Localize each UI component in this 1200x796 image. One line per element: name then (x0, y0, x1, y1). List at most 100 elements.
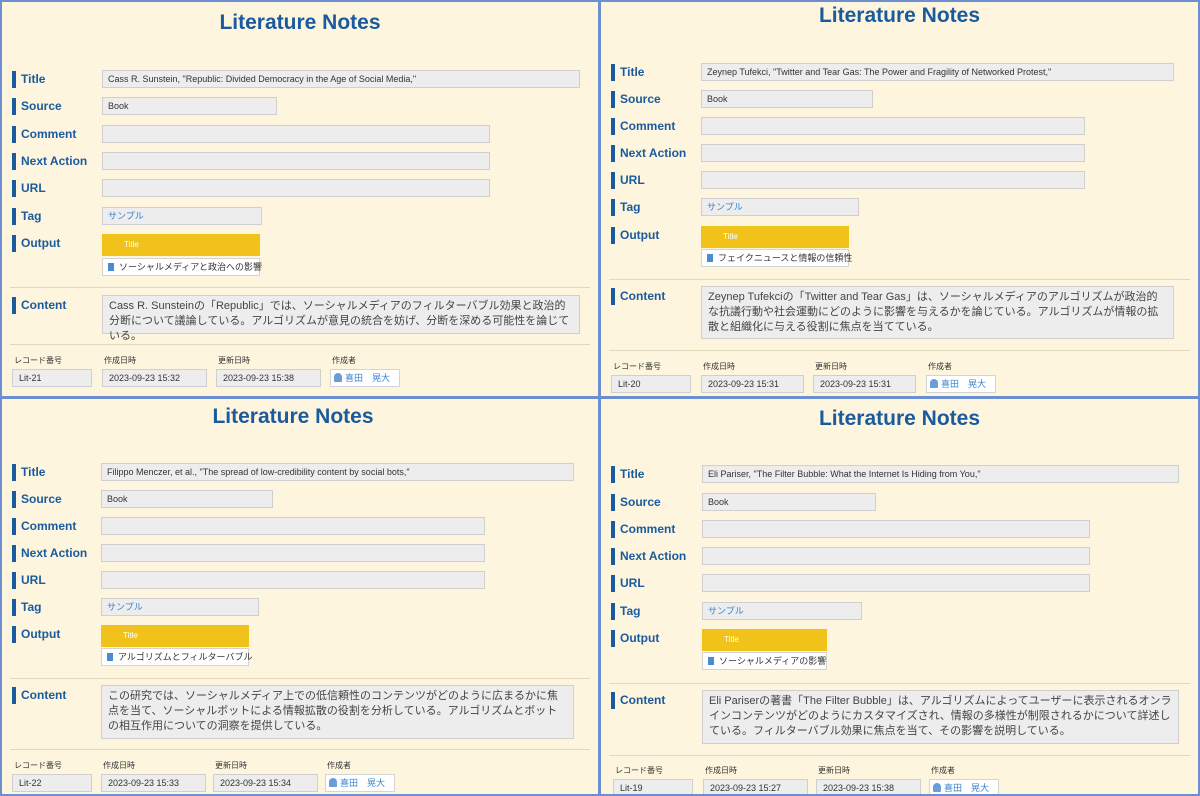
document-icon (708, 657, 714, 665)
author-link[interactable]: 喜田 晃大 (325, 774, 395, 792)
comment-field[interactable] (102, 125, 490, 143)
output-link[interactable]: ソーシャルメディアと政治への影響 (102, 258, 262, 276)
field-label-url: URL (611, 172, 645, 189)
content-field[interactable]: Eli Pariserの著書「The Filter Bubble」は、アルゴリズ… (702, 690, 1179, 744)
field-tag: Tag サンプル (2, 598, 598, 618)
source-field[interactable]: Book (102, 97, 277, 115)
field-label-source: Source (12, 491, 62, 508)
field-label-source: Source (12, 98, 62, 115)
title-field[interactable]: Zeynep Tufekci, "Twitter and Tear Gas: T… (701, 63, 1174, 81)
url-field[interactable] (701, 171, 1085, 189)
record-panel-lit-22: Literature Notes Title Filippo Menczer, … (0, 397, 600, 796)
field-source: Source Book (601, 90, 1198, 110)
tag-field[interactable]: サンプル (702, 602, 862, 620)
source-field[interactable]: Book (101, 490, 273, 508)
next-action-field[interactable] (701, 144, 1085, 162)
record-number-value: Lit-19 (613, 779, 693, 794)
content-field[interactable]: この研究では、ソーシャルメディア上での低信頼性のコンテンツがどのように広まるかに… (101, 685, 574, 739)
field-label-next-action: Next Action (611, 548, 686, 565)
author-link[interactable]: 喜田 晃大 (926, 375, 996, 393)
field-label-content: Content (611, 692, 665, 709)
comment-field[interactable] (701, 117, 1085, 135)
field-output: Output (601, 226, 1198, 246)
created-label: 作成日時 (103, 761, 135, 770)
next-action-field[interactable] (101, 544, 485, 562)
page-title: Literature Notes (818, 4, 981, 27)
author-link[interactable]: 喜田 晃大 (929, 779, 999, 794)
author-label: 作成者 (332, 356, 356, 365)
source-field[interactable]: Book (701, 90, 873, 108)
field-title: Title Zeynep Tufekci, "Twitter and Tear … (601, 63, 1198, 83)
field-label-tag: Tag (611, 603, 640, 620)
field-label-content: Content (12, 687, 66, 704)
updated-value: 2023-09-23 15:31 (813, 375, 916, 393)
url-field[interactable] (101, 571, 485, 589)
created-value: 2023-09-23 15:31 (701, 375, 804, 393)
field-label-url: URL (12, 180, 46, 197)
field-comment: Comment (601, 117, 1198, 137)
url-field[interactable] (702, 574, 1090, 592)
next-action-field[interactable] (702, 547, 1090, 565)
output-link[interactable]: ソーシャルメディアの影響 (702, 652, 827, 670)
record-number-label: レコード番号 (14, 356, 62, 365)
tag-field[interactable]: サンプル (701, 198, 859, 216)
document-icon (108, 263, 114, 271)
created-value: 2023-09-23 15:33 (101, 774, 206, 792)
divider (609, 350, 1190, 351)
url-field[interactable] (102, 179, 490, 197)
document-icon (707, 254, 713, 262)
field-label-output: Output (12, 235, 60, 252)
output-table-header: Title (702, 629, 827, 651)
field-label-source: Source (611, 494, 661, 511)
field-source: Source Book (2, 490, 598, 510)
field-label-tag: Tag (12, 208, 41, 225)
title-field[interactable]: Cass R. Sunstein, "Republic: Divided Dem… (102, 70, 580, 88)
next-action-field[interactable] (102, 152, 490, 170)
record-panel-lit-19: Literature Notes Title Eli Pariser, "The… (599, 397, 1200, 796)
divider (609, 755, 1190, 756)
output-table-header: Title (102, 234, 260, 256)
record-number-label: レコード番号 (615, 766, 663, 775)
divider (609, 279, 1190, 280)
field-comment: Comment (601, 520, 1198, 540)
source-field[interactable]: Book (702, 493, 876, 511)
output-link-label: フェイクニュースと情報の信頼性 (718, 253, 853, 263)
field-label-title: Title (611, 466, 644, 483)
output-link[interactable]: フェイクニュースと情報の信頼性 (701, 249, 853, 267)
field-title: Title Filippo Menczer, et al., "The spre… (2, 463, 598, 483)
page-title: Literature Notes (818, 407, 981, 430)
field-label-comment: Comment (12, 126, 76, 143)
tag-field[interactable]: サンプル (102, 207, 262, 225)
author-link[interactable]: 喜田 晃大 (330, 369, 400, 387)
tag-field[interactable]: サンプル (101, 598, 259, 616)
field-next-action: Next Action (601, 144, 1198, 164)
output-link-label: ソーシャルメディアの影響 (719, 656, 827, 666)
title-field[interactable]: Filippo Menczer, et al., "The spread of … (101, 463, 574, 481)
comment-field[interactable] (101, 517, 485, 535)
author-name: 喜田 晃大 (941, 379, 987, 389)
user-icon (930, 379, 938, 388)
output-link[interactable]: アルゴリズムとフィルターバブル (101, 648, 252, 666)
record-number-label: レコード番号 (14, 761, 62, 770)
comment-field[interactable] (702, 520, 1090, 538)
field-url: URL (2, 179, 598, 199)
field-label-output: Output (611, 227, 659, 244)
divider (10, 287, 590, 288)
author-label: 作成者 (928, 362, 952, 371)
field-label-next-action: Next Action (12, 545, 87, 562)
user-icon (334, 373, 342, 382)
record-panel-lit-20: Literature Notes Title Zeynep Tufekci, "… (599, 0, 1200, 398)
content-field[interactable]: Cass R. Sunsteinの「Republic」では、ソーシャルメディアの… (102, 295, 580, 342)
title-field[interactable]: Eli Pariser, "The Filter Bubble: What th… (702, 465, 1179, 483)
content-field[interactable]: Zeynep Tufekciの「Twitter and Tear Gas」は、ソ… (701, 286, 1174, 339)
document-icon (107, 653, 113, 661)
field-label-output: Output (611, 630, 659, 647)
field-url: URL (2, 571, 598, 591)
field-source: Source Book (2, 97, 598, 117)
field-output: Output (2, 625, 598, 645)
field-label-content: Content (611, 288, 665, 305)
field-label-comment: Comment (611, 521, 675, 538)
field-comment: Comment (2, 125, 598, 145)
updated-value: 2023-09-23 15:38 (816, 779, 921, 794)
record-number-value: Lit-20 (611, 375, 691, 393)
